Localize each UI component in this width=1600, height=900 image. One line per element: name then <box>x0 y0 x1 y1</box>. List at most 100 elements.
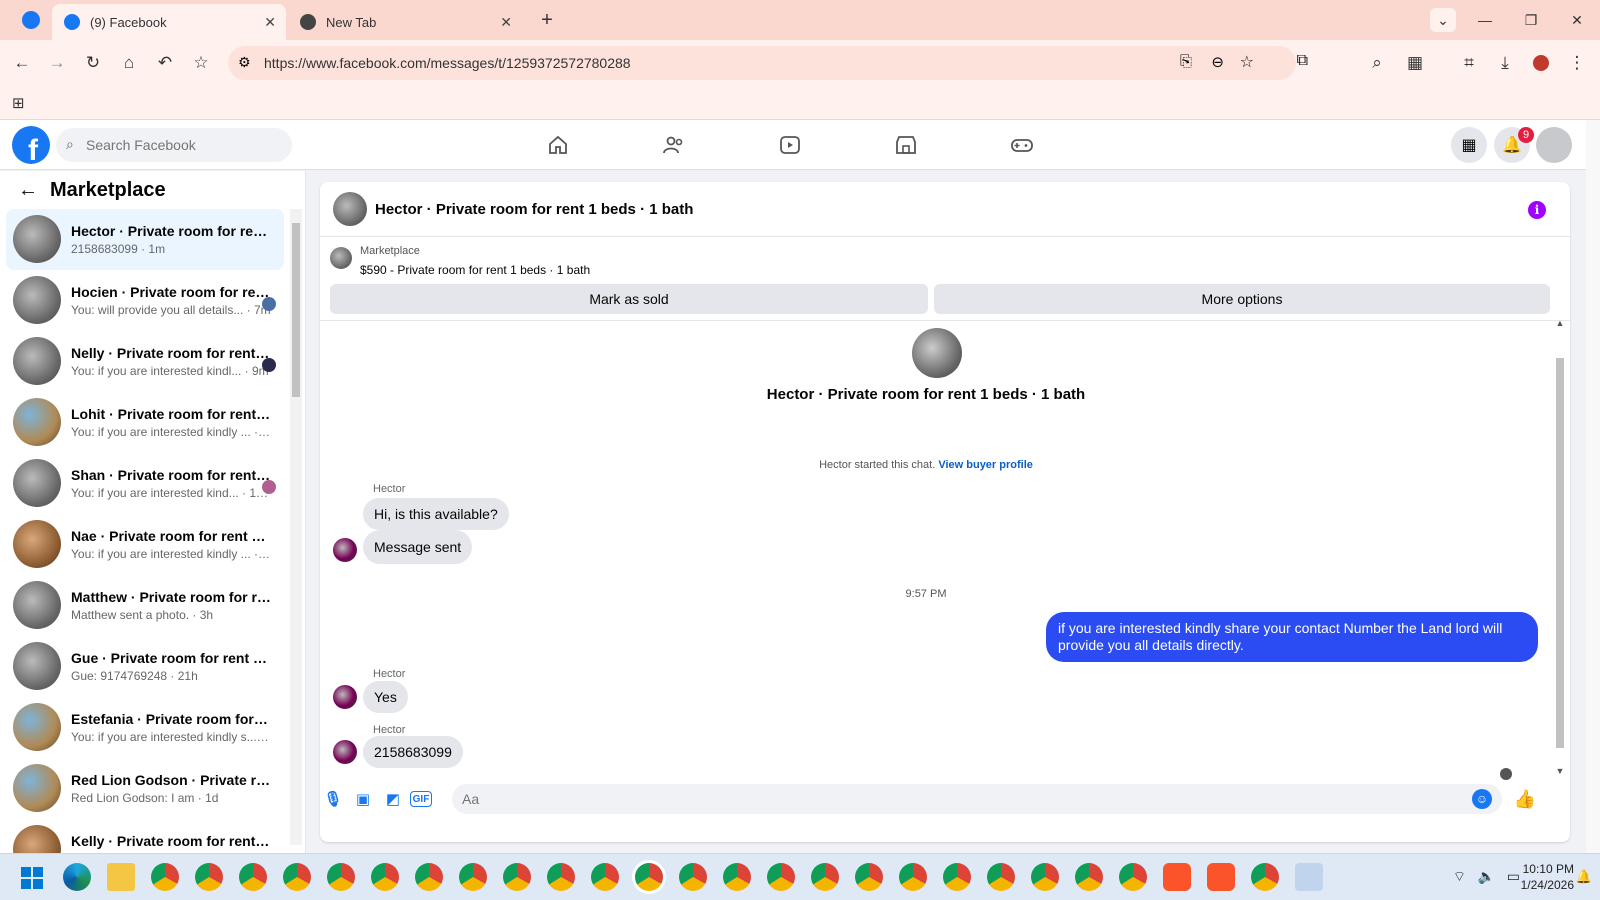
chrome-active-icon[interactable] <box>635 863 663 891</box>
buyer-avatar[interactable] <box>912 328 962 378</box>
chat-avatar[interactable] <box>333 192 367 226</box>
incoming-message[interactable]: 2158683099 <box>363 736 463 768</box>
battery-icon[interactable]: ▭ <box>1507 868 1520 884</box>
close-tab-icon[interactable]: ✕ <box>500 14 512 31</box>
back-arrow-icon[interactable]: ← <box>18 179 38 202</box>
chrome-icon[interactable] <box>1119 863 1147 891</box>
info-icon[interactable]: i <box>1528 201 1546 219</box>
sender-avatar[interactable] <box>333 538 357 562</box>
chrome-icon[interactable] <box>679 863 707 891</box>
conversation-item[interactable]: Gue · Private room for rent 1 beds · 1 b… <box>6 636 284 697</box>
chrome-icon[interactable] <box>415 863 443 891</box>
chrome-icon[interactable] <box>899 863 927 891</box>
chrome-icon[interactable] <box>459 863 487 891</box>
chrome-icon[interactable] <box>1251 863 1279 891</box>
chrome-icon[interactable] <box>767 863 795 891</box>
scrollbar-thumb[interactable] <box>292 223 300 397</box>
scrollbar-thumb[interactable] <box>1556 358 1564 748</box>
system-tray[interactable]: ⌔ 🔈 ▭ <box>1453 868 1520 886</box>
chrome-icon[interactable] <box>283 863 311 891</box>
undo-icon[interactable]: ↶ <box>152 50 178 76</box>
reload-icon[interactable]: ↻ <box>80 50 106 76</box>
listing-description[interactable]: $590 - Private room for rent 1 beds · 1 … <box>360 263 590 277</box>
brave-icon[interactable] <box>1207 863 1235 891</box>
menu-grid-button[interactable]: ▦ <box>1451 127 1487 163</box>
message-input[interactable] <box>462 784 1462 814</box>
zoom-icon[interactable]: ⊖ <box>1211 53 1224 71</box>
emoji-icon[interactable]: ☺ <box>1472 789 1492 809</box>
notifications-button[interactable]: 🔔 9 <box>1494 127 1534 163</box>
windows-start-icon[interactable] <box>21 867 43 889</box>
chat-title[interactable]: Hector · Private room for rent 1 beds · … <box>375 201 693 218</box>
conversation-item[interactable]: Estefania · Private room for rent 1 beds… <box>6 697 284 758</box>
chrome-icon[interactable] <box>371 863 399 891</box>
chrome-icon[interactable] <box>1031 863 1059 891</box>
chat-scrollbar[interactable]: ▲ ▼ <box>1554 318 1566 778</box>
chrome-icon[interactable] <box>723 863 751 891</box>
facebook-logo-icon[interactable]: f <box>12 126 50 164</box>
nav-video-icon[interactable] <box>735 126 845 164</box>
site-info-icon[interactable]: ⚙ <box>238 54 251 71</box>
chrome-icon[interactable] <box>239 863 267 891</box>
close-tab-icon[interactable]: ✕ <box>264 14 276 31</box>
gif-icon[interactable]: GIF <box>410 791 432 807</box>
fb-tab-icon[interactable] <box>22 11 40 29</box>
photo-icon[interactable]: ▣ <box>352 788 374 810</box>
profile-icon[interactable] <box>1528 50 1554 76</box>
scroll-down-arrow-icon[interactable]: ▼ <box>1554 766 1566 776</box>
notification-bell-icon[interactable]: 🔔 <box>1576 869 1592 885</box>
nav-marketplace-icon[interactable] <box>851 126 961 164</box>
microphone-icon[interactable]: 🎙 <box>322 788 344 810</box>
conversation-item[interactable]: Kelly · Private room for rent 1 beds · 1… <box>6 819 284 853</box>
chrome-icon[interactable] <box>1075 863 1103 891</box>
edge-icon[interactable] <box>63 863 91 891</box>
like-thumb-icon[interactable]: 👍 <box>1514 788 1536 810</box>
incoming-message[interactable]: Message sent <box>363 530 473 564</box>
file-explorer-icon[interactable] <box>107 863 135 891</box>
taskbar-clock[interactable]: 10:10 PM 1/24/2026 <box>1521 861 1574 893</box>
view-buyer-profile-link[interactable]: View buyer profile <box>938 459 1033 471</box>
forward-icon[interactable]: → <box>44 50 70 76</box>
home-icon[interactable]: ⌂ <box>116 50 142 76</box>
conversation-item[interactable]: Nelly · Private room for rent 1 beds · 1… <box>6 331 284 392</box>
nav-home-icon[interactable] <box>503 126 613 164</box>
conversation-item[interactable]: Lohit · Private room for rent 1 beds · 1… <box>6 392 284 453</box>
chrome-icon[interactable] <box>811 863 839 891</box>
bookmark-star-icon[interactable]: ☆ <box>188 50 214 76</box>
incoming-message[interactable]: Hi, is this available? <box>363 498 509 530</box>
conversation-item[interactable]: Shan · Private room for rent 1 beds · 1 … <box>6 453 284 514</box>
chrome-icon[interactable] <box>987 863 1015 891</box>
apps-grid-icon[interactable]: ⊞ <box>12 94 25 112</box>
tab-search-button[interactable]: ⌄ <box>1430 8 1456 32</box>
conversation-item[interactable]: Hocien · Private room for rent 1 beds · … <box>6 270 284 331</box>
conversation-item[interactable]: Red Lion Godson · Private room for rent … <box>6 758 284 819</box>
chrome-icon[interactable] <box>591 863 619 891</box>
nav-gaming-icon[interactable] <box>967 126 1077 164</box>
listing-thumbnail[interactable] <box>330 247 352 269</box>
search-icon[interactable]: ⌕ <box>1364 50 1390 76</box>
mark-as-sold-button[interactable]: Mark as sold <box>330 284 928 314</box>
download-icon[interactable]: ⤓ <box>1492 50 1518 76</box>
brave-icon[interactable] <box>1163 863 1191 891</box>
facebook-search[interactable]: ⌕ <box>56 128 292 162</box>
volume-icon[interactable]: 🔈 <box>1478 868 1495 884</box>
menu-icon[interactable]: ⋮ <box>1564 50 1590 76</box>
more-options-button[interactable]: More options <box>934 284 1550 314</box>
chrome-icon[interactable] <box>195 863 223 891</box>
extensions-icon[interactable]: ⧉ <box>1297 52 1308 70</box>
install-app-icon[interactable]: ⎘ <box>1180 53 1192 70</box>
conversation-item[interactable]: Nae · Private room for rent 1 beds · 1 b… <box>6 514 284 575</box>
chrome-icon[interactable] <box>503 863 531 891</box>
conversation-item[interactable]: Matthew · Private room for rent 1 beds ·… <box>6 575 284 636</box>
chrome-icon[interactable] <box>943 863 971 891</box>
chrome-icon[interactable] <box>855 863 883 891</box>
nav-friends-icon[interactable] <box>619 126 729 164</box>
wifi-icon[interactable]: ⌔ <box>1453 868 1466 884</box>
sticker-icon[interactable]: ◩ <box>382 788 404 810</box>
account-avatar[interactable] <box>1536 127 1572 163</box>
close-window-button[interactable]: ✕ <box>1564 8 1590 32</box>
conversation-scrollbar[interactable] <box>290 209 302 845</box>
crop-icon[interactable]: ⌗ <box>1456 50 1482 76</box>
back-icon[interactable]: ← <box>9 50 35 76</box>
search-input[interactable] <box>86 128 286 162</box>
